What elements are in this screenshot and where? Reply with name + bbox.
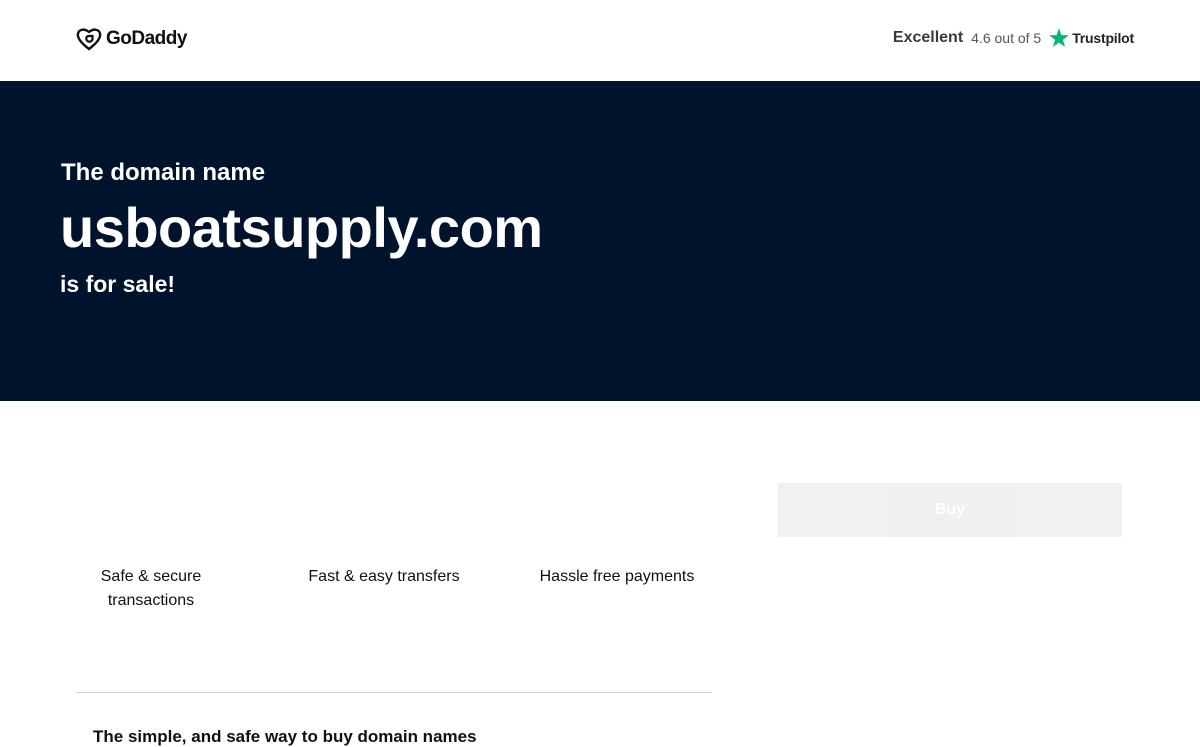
godaddy-heart-icon [76, 28, 102, 51]
logo-wordmark: GoDaddy [106, 28, 187, 49]
sale-status: is for sale! [60, 271, 176, 297]
hero-intro: The domain name [61, 159, 266, 186]
godaddy-logo[interactable]: GoDaddy [76, 27, 187, 51]
card-title: Get this domain [778, 178, 975, 208]
price-option-own[interactable]: Own it [778, 330, 824, 347]
section-heading: The simple, and safe way to buy domain n… [93, 727, 477, 746]
feature-hassle-free: Hassle free payments [539, 568, 695, 585]
rating-word: Excellent [892, 28, 964, 46]
buy-button[interactable]: Buy [778, 483, 1122, 537]
trustpilot-rating[interactable]: Excellent 4.6 out of 5 Trustpilot [893, 28, 1134, 47]
site-header: GoDaddy Excellent 4.6 out of 5 Trustpilo… [0, 0, 1200, 81]
section-divider [76, 692, 712, 693]
rating-score: 4.6 out of 5 [971, 29, 1042, 46]
feature-safe-secure: Safe & secure transactions [100, 568, 202, 609]
feature-fast-transfers: Fast & easy transfers [308, 568, 460, 585]
trustpilot-star-icon [1049, 28, 1070, 47]
trustpilot-label: Trustpilot [1072, 29, 1134, 46]
trustpilot-logo: Trustpilot [1049, 28, 1134, 47]
domain-name-heading: usboatsupply.com [60, 196, 543, 259]
purchase-card: Get this domain Own it Buy [760, 160, 1140, 580]
